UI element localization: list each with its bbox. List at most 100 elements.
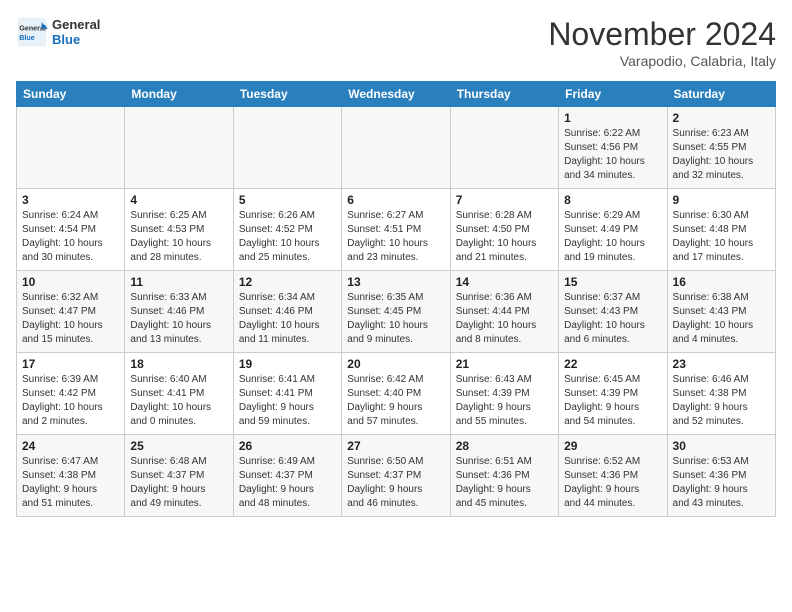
page-header: General Blue General Blue November 2024 … [16, 16, 776, 69]
weekday-header-sunday: Sunday [17, 82, 125, 107]
day-number: 16 [673, 275, 770, 289]
calendar-cell: 4Sunrise: 6:25 AM Sunset: 4:53 PM Daylig… [125, 189, 233, 271]
day-number: 24 [22, 439, 119, 453]
weekday-header-saturday: Saturday [667, 82, 775, 107]
weekday-header-tuesday: Tuesday [233, 82, 341, 107]
day-number: 30 [673, 439, 770, 453]
day-number: 20 [347, 357, 444, 371]
calendar-cell: 1 Sunrise: 6:22 AM Sunset: 4:56 PM Daylig… [559, 107, 667, 189]
week-row-2: 3 Sunrise: 6:24 AM Sunset: 4:54 PM Daylig… [17, 189, 776, 271]
day-info: Sunrise: 6:37 AM Sunset: 4:43 PM Dayligh… [564, 291, 661, 347]
day-number: 21 [456, 357, 553, 371]
calendar-cell: 2 Sunrise: 6:23 AM Sunset: 4:55 PM Daylig… [667, 107, 775, 189]
calendar-cell: 25 Sunrise: 6:48 AM Sunset: 4:37 PM Dayli… [125, 435, 233, 517]
day-number: 27 [347, 439, 444, 453]
calendar-cell [125, 107, 233, 189]
day-info: Sunrise: 6:32 AM Sunset: 4:47 PM Dayligh… [22, 291, 119, 347]
calendar-cell: 6Sunrise: 6:27 AM Sunset: 4:51 PM Daylig… [342, 189, 450, 271]
calendar-cell [450, 107, 558, 189]
week-row-4: 17Sunrise: 6:39 AM Sunset: 4:42 PM Dayli… [17, 353, 776, 435]
day-info: Sunrise: 6:48 AM Sunset: 4:37 PM Dayligh… [130, 455, 227, 511]
day-info: Sunrise: 6:50 AM Sunset: 4:37 PM Dayligh… [347, 455, 444, 511]
day-info: Sunrise: 6:43 AM Sunset: 4:39 PM Dayligh… [456, 373, 553, 429]
location-subtitle: Varapodio, Calabria, Italy [548, 53, 776, 69]
logo: General Blue General Blue [16, 16, 100, 48]
weekday-header-thursday: Thursday [450, 82, 558, 107]
calendar-cell: 28Sunrise: 6:51 AM Sunset: 4:36 PM Dayli… [450, 435, 558, 517]
day-number: 22 [564, 357, 661, 371]
week-row-1: 1 Sunrise: 6:22 AM Sunset: 4:56 PM Daylig… [17, 107, 776, 189]
day-info: Sunrise: 6:35 AM Sunset: 4:45 PM Dayligh… [347, 291, 444, 347]
day-info: Sunrise: 6:26 AM Sunset: 4:52 PM Dayligh… [239, 209, 336, 265]
day-number: 2 [673, 111, 770, 125]
calendar-cell [17, 107, 125, 189]
day-number: 5 [239, 193, 336, 207]
day-info: Sunrise: 6:29 AM Sunset: 4:49 PM Dayligh… [564, 209, 661, 265]
day-info: Sunrise: 6:41 AM Sunset: 4:41 PM Dayligh… [239, 373, 336, 429]
weekday-header-row: SundayMondayTuesdayWednesdayThursdayFrid… [17, 82, 776, 107]
weekday-header-wednesday: Wednesday [342, 82, 450, 107]
week-row-3: 10 Sunrise: 6:32 AM Sunset: 4:47 PM Dayli… [17, 271, 776, 353]
weekday-header-friday: Friday [559, 82, 667, 107]
day-number: 15 [564, 275, 661, 289]
calendar-cell: 3 Sunrise: 6:24 AM Sunset: 4:54 PM Daylig… [17, 189, 125, 271]
day-number: 1 [564, 111, 661, 125]
day-number: 23 [673, 357, 770, 371]
calendar-cell [233, 107, 341, 189]
calendar-cell: 10 Sunrise: 6:32 AM Sunset: 4:47 PM Dayli… [17, 271, 125, 353]
day-info: Sunrise: 6:49 AM Sunset: 4:37 PM Dayligh… [239, 455, 336, 511]
day-number: 26 [239, 439, 336, 453]
day-number: 4 [130, 193, 227, 207]
logo-line2: Blue [52, 32, 100, 47]
day-number: 6 [347, 193, 444, 207]
calendar-table: SundayMondayTuesdayWednesdayThursdayFrid… [16, 81, 776, 517]
day-info: Sunrise: 6:53 AM Sunset: 4:36 PM Dayligh… [673, 455, 770, 511]
calendar-cell: 18 Sunrise: 6:40 AM Sunset: 4:41 PM Dayli… [125, 353, 233, 435]
calendar-cell: 14Sunrise: 6:36 AM Sunset: 4:44 PM Dayli… [450, 271, 558, 353]
calendar-cell: 5 Sunrise: 6:26 AM Sunset: 4:52 PM Daylig… [233, 189, 341, 271]
day-number: 12 [239, 275, 336, 289]
day-info: Sunrise: 6:24 AM Sunset: 4:54 PM Dayligh… [22, 209, 119, 265]
title-block: November 2024 Varapodio, Calabria, Italy [548, 16, 776, 69]
day-info: Sunrise: 6:42 AM Sunset: 4:40 PM Dayligh… [347, 373, 444, 429]
day-number: 10 [22, 275, 119, 289]
calendar-cell: 11Sunrise: 6:33 AM Sunset: 4:46 PM Dayli… [125, 271, 233, 353]
weekday-header-monday: Monday [125, 82, 233, 107]
day-number: 29 [564, 439, 661, 453]
calendar-cell: 7Sunrise: 6:28 AM Sunset: 4:50 PM Daylig… [450, 189, 558, 271]
day-info: Sunrise: 6:28 AM Sunset: 4:50 PM Dayligh… [456, 209, 553, 265]
day-info: Sunrise: 6:23 AM Sunset: 4:55 PM Dayligh… [673, 127, 770, 183]
day-info: Sunrise: 6:40 AM Sunset: 4:41 PM Dayligh… [130, 373, 227, 429]
calendar-cell: 15 Sunrise: 6:37 AM Sunset: 4:43 PM Dayli… [559, 271, 667, 353]
calendar-cell: 19Sunrise: 6:41 AM Sunset: 4:41 PM Dayli… [233, 353, 341, 435]
calendar-cell: 17Sunrise: 6:39 AM Sunset: 4:42 PM Dayli… [17, 353, 125, 435]
day-number: 18 [130, 357, 227, 371]
day-info: Sunrise: 6:22 AM Sunset: 4:56 PM Dayligh… [564, 127, 661, 183]
day-number: 8 [564, 193, 661, 207]
day-info: Sunrise: 6:51 AM Sunset: 4:36 PM Dayligh… [456, 455, 553, 511]
calendar-cell: 29 Sunrise: 6:52 AM Sunset: 4:36 PM Dayli… [559, 435, 667, 517]
day-info: Sunrise: 6:46 AM Sunset: 4:38 PM Dayligh… [673, 373, 770, 429]
logo-line1: General [52, 17, 100, 32]
day-number: 17 [22, 357, 119, 371]
week-row-5: 24 Sunrise: 6:47 AM Sunset: 4:38 PM Dayli… [17, 435, 776, 517]
day-number: 14 [456, 275, 553, 289]
day-info: Sunrise: 6:38 AM Sunset: 4:43 PM Dayligh… [673, 291, 770, 347]
calendar-cell [342, 107, 450, 189]
calendar-cell: 24 Sunrise: 6:47 AM Sunset: 4:38 PM Dayli… [17, 435, 125, 517]
calendar-cell: 20 Sunrise: 6:42 AM Sunset: 4:40 PM Dayli… [342, 353, 450, 435]
calendar-cell: 16 Sunrise: 6:38 AM Sunset: 4:43 PM Dayli… [667, 271, 775, 353]
calendar-cell: 27 Sunrise: 6:50 AM Sunset: 4:37 PM Dayli… [342, 435, 450, 517]
day-info: Sunrise: 6:34 AM Sunset: 4:46 PM Dayligh… [239, 291, 336, 347]
calendar-cell: 12 Sunrise: 6:34 AM Sunset: 4:46 PM Dayli… [233, 271, 341, 353]
calendar-cell: 26 Sunrise: 6:49 AM Sunset: 4:37 PM Dayli… [233, 435, 341, 517]
day-number: 9 [673, 193, 770, 207]
day-number: 3 [22, 193, 119, 207]
calendar-cell: 9Sunrise: 6:30 AM Sunset: 4:48 PM Daylig… [667, 189, 775, 271]
day-number: 13 [347, 275, 444, 289]
day-info: Sunrise: 6:45 AM Sunset: 4:39 PM Dayligh… [564, 373, 661, 429]
svg-text:Blue: Blue [19, 33, 35, 42]
day-number: 25 [130, 439, 227, 453]
day-info: Sunrise: 6:52 AM Sunset: 4:36 PM Dayligh… [564, 455, 661, 511]
day-info: Sunrise: 6:47 AM Sunset: 4:38 PM Dayligh… [22, 455, 119, 511]
